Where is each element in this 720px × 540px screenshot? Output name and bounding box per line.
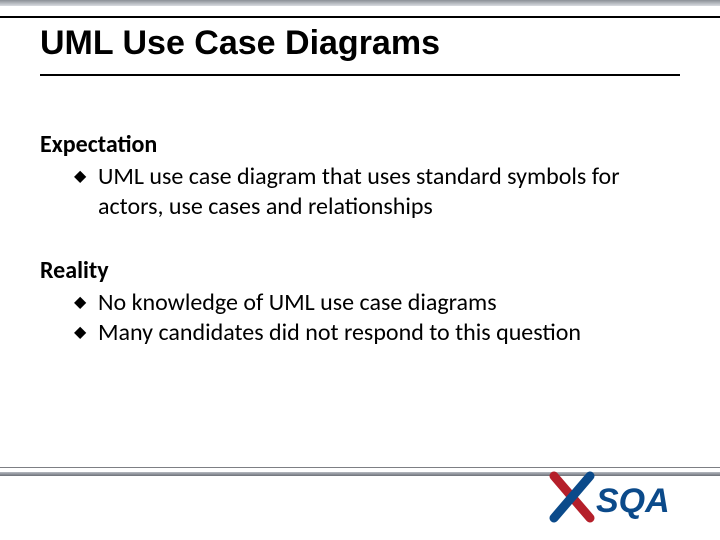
- top-accent-bar: [0, 0, 720, 6]
- section-heading: Reality: [40, 256, 680, 286]
- bullet-glyph-icon: ◆: [74, 288, 98, 318]
- bullet-text: UML use case diagram that uses standard …: [98, 162, 680, 222]
- slide-body: Expectation ◆ UML use case diagram that …: [40, 130, 680, 348]
- bullet-glyph-icon: ◆: [74, 318, 98, 348]
- bullet-text: No knowledge of UML use case diagrams: [98, 288, 680, 318]
- title-underline: [40, 74, 680, 76]
- top-rule: [0, 16, 720, 18]
- bullet-glyph-icon: ◆: [74, 162, 98, 192]
- slide-title: UML Use Case Diagrams: [40, 24, 680, 63]
- logo-text: SQA: [596, 482, 670, 520]
- bullet-item: ◆ No knowledge of UML use case diagrams: [74, 288, 680, 318]
- bullet-item: ◆ UML use case diagram that uses standar…: [74, 162, 680, 222]
- logo-cross-icon: [554, 476, 590, 518]
- bullet-text: Many candidates did not respond to this …: [98, 318, 680, 348]
- section-heading: Expectation: [40, 130, 680, 160]
- sqa-logo: SQA: [548, 468, 698, 526]
- bullet-item: ◆ Many candidates did not respond to thi…: [74, 318, 680, 348]
